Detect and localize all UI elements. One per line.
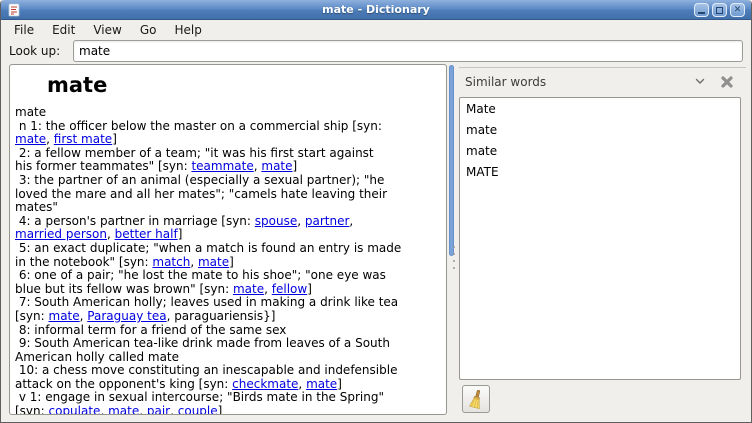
definition-line: 5: an exact duplicate; "when a match is … <box>15 242 446 256</box>
synonym-link[interactable]: married person <box>15 227 107 241</box>
chevron-down-icon <box>695 78 705 85</box>
broom-icon <box>466 389 486 409</box>
panel-collapse-button[interactable] <box>694 77 706 86</box>
close-icon <box>720 75 734 89</box>
definition-line: 10: a chess move constituting an inescap… <box>15 364 446 378</box>
definition-line: 6: one of a pair; "he lost the mate to h… <box>15 269 446 283</box>
similar-words-panel: Similar words MatematemateMATE <box>459 67 746 421</box>
definition-line: mate, first mate] <box>15 133 446 147</box>
definition-line: 3: the partner of an animal (especially … <box>15 174 446 188</box>
synonym-link[interactable]: pair <box>147 404 170 415</box>
synonym-link[interactable]: teammate <box>191 159 253 173</box>
menu-item-help[interactable]: Help <box>165 22 210 38</box>
definition-line: blue but its fellow was brown" [syn: mat… <box>15 283 446 297</box>
definition-line: v 1: engage in sexual intercourse; "Bird… <box>15 391 446 405</box>
minimize-button[interactable] <box>694 3 709 17</box>
synonym-link[interactable]: copulate <box>49 404 101 415</box>
synonym-link[interactable]: mate <box>261 159 292 173</box>
window-controls: ✕ <box>694 3 745 17</box>
close-button[interactable]: ✕ <box>730 3 745 17</box>
similar-words-list: MatematemateMATE <box>459 97 741 380</box>
synonym-link[interactable]: mate <box>198 255 229 269</box>
similar-words-header: Similar words <box>459 68 746 96</box>
window-title: mate - Dictionary <box>1 3 751 16</box>
synonym-link[interactable]: mate <box>49 309 80 323</box>
titlebar: mate - Dictionary ✕ <box>1 0 751 20</box>
synonym-link[interactable]: partner <box>305 214 350 228</box>
synonym-link[interactable]: mate <box>15 132 46 146</box>
definition-line: mates" <box>15 201 446 215</box>
definition-line: his former teammates" [syn: teammate, ma… <box>15 160 446 174</box>
maximize-button[interactable] <box>712 3 727 17</box>
definition-line: 2: a fellow member of a team; "it was hi… <box>15 147 446 161</box>
minimize-icon <box>698 12 705 14</box>
definition-line: American holly called mate <box>15 351 446 365</box>
definition-line: in the notebook" [syn: match, mate] <box>15 256 446 270</box>
synonym-link[interactable]: spouse <box>255 214 297 228</box>
synonym-link[interactable]: match <box>152 255 190 269</box>
definition-line: 9: South American tea-like drink made fr… <box>15 337 446 351</box>
definition-line: n 1: the officer below the master on a c… <box>15 120 446 134</box>
synonym-link[interactable]: couple <box>178 404 218 415</box>
menubar: FileEditViewGoHelp <box>2 21 750 38</box>
synonym-link[interactable]: better half <box>115 227 178 241</box>
panel-close-button[interactable] <box>718 73 736 91</box>
synonym-link[interactable]: mate <box>233 282 264 296</box>
close-icon: ✕ <box>734 4 742 16</box>
lookup-row: Look up: <box>1 38 751 63</box>
synonym-link[interactable]: fellow <box>272 282 307 296</box>
clear-list-button[interactable] <box>462 385 490 413</box>
definition-line: [syn: copulate, mate, pair, couple] <box>15 405 446 415</box>
definition-line: [syn: mate, Paraguay tea, paraguariensis… <box>15 310 446 324</box>
definition-line: 8: informal term for a friend of the sam… <box>15 324 446 338</box>
menu-item-edit[interactable]: Edit <box>43 22 84 38</box>
definition-line: 7: South American holly; leaves used in … <box>15 296 446 310</box>
definition-pane[interactable]: mate mate n 1: the officer below the mas… <box>9 64 447 415</box>
dictionary-window: mate - Dictionary ✕ FileEditViewGoHelp L… <box>0 0 752 423</box>
definition-body: mate n 1: the officer below the master o… <box>15 106 446 415</box>
synonym-link[interactable]: mate <box>108 404 139 415</box>
maximize-icon <box>716 7 723 14</box>
similar-words-title: Similar words <box>465 75 546 89</box>
definition-line: attack on the opponent's king [syn: chec… <box>15 378 446 392</box>
synonym-link[interactable]: Paraguay tea <box>87 309 166 323</box>
synonym-link[interactable]: mate <box>306 377 337 391</box>
menu-item-go[interactable]: Go <box>131 22 166 38</box>
definition-line: 4: a person's partner in marriage [syn: … <box>15 215 446 229</box>
menu-item-view[interactable]: View <box>84 22 130 38</box>
dictionary-book-icon <box>7 3 21 17</box>
similar-word-item[interactable]: mate <box>460 119 740 140</box>
definition-line: mate <box>15 106 446 120</box>
synonym-link[interactable]: first mate <box>54 132 112 146</box>
pane-splitter-grip[interactable] <box>453 246 456 274</box>
similar-word-item[interactable]: MATE <box>460 161 740 182</box>
lookup-input[interactable] <box>73 40 743 62</box>
synonym-link[interactable]: checkmate <box>232 377 298 391</box>
definition-line: loved the mare and all her mates"; "came… <box>15 188 446 202</box>
window-menu-button[interactable] <box>5 2 23 18</box>
lookup-label: Look up: <box>9 44 73 58</box>
definition-line: married person, better half] <box>15 228 446 242</box>
similar-word-item[interactable]: Mate <box>460 98 740 119</box>
headword: mate <box>47 73 446 97</box>
definition-scrollbar-thumb[interactable] <box>449 65 454 256</box>
similar-word-item[interactable]: mate <box>460 140 740 161</box>
menu-item-file[interactable]: File <box>5 22 43 38</box>
